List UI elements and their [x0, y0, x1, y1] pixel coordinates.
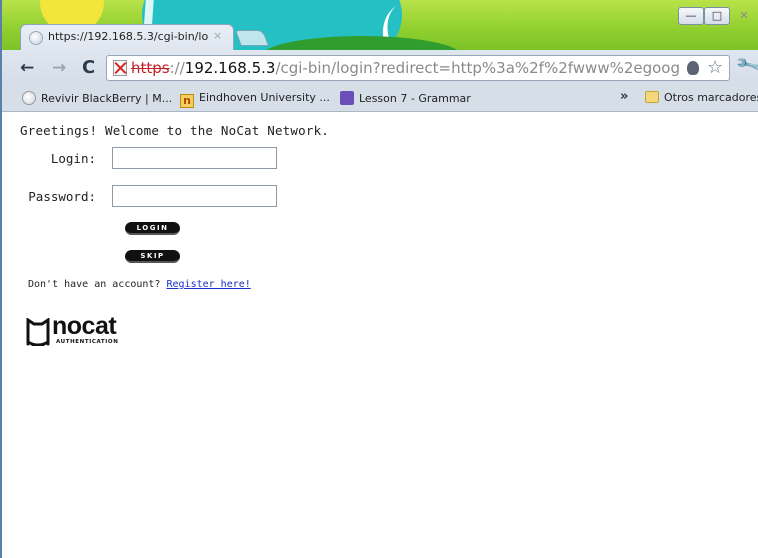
password-input[interactable]	[112, 185, 277, 207]
reload-button[interactable]: C	[82, 58, 95, 78]
logo-wordmark: nocat	[52, 312, 117, 340]
close-window-button[interactable]: ✕	[730, 7, 758, 25]
tab-close-button[interactable]: ×	[213, 29, 222, 42]
url-separator: ://	[169, 59, 185, 77]
bookmark-item[interactable]: Lesson 7 - Grammar	[340, 91, 471, 105]
ssl-warning-icon[interactable]	[113, 60, 127, 76]
other-bookmarks-folder[interactable]: Otros marcadores	[645, 91, 758, 104]
url-path: /cgi-bin/login?redirect=http%3a%2f%2fwww…	[275, 59, 681, 77]
url-host: 192.168.5.3	[184, 59, 276, 77]
cat-head-icon	[26, 318, 50, 346]
maximize-button[interactable]: □	[704, 7, 730, 25]
greeting-text: Greetings! Welcome to the NoCat Network.	[20, 123, 330, 138]
globe-icon	[22, 91, 36, 105]
bookmark-label: Eindhoven University ...	[199, 91, 330, 104]
page-content: Greetings! Welcome to the NoCat Network.…	[2, 113, 758, 558]
nocat-logo: nocat AUTHENTICATION	[26, 312, 146, 352]
wrench-icon[interactable]: 🔧	[734, 51, 758, 80]
browser-window: — □ ✕ https://192.168.5.3/cgi-bin/lo × ←…	[0, 0, 758, 558]
register-link[interactable]: Register here!	[166, 279, 250, 290]
globe-icon	[29, 31, 43, 45]
folder-icon	[645, 91, 659, 103]
minimize-button[interactable]: —	[678, 7, 704, 25]
login-input[interactable]	[112, 147, 277, 169]
password-label: Password:	[28, 189, 96, 204]
browser-toolbar: ← → C https://192.168.5.3/cgi-bin/login?…	[2, 50, 758, 86]
bookmark-label: Revivir BlackBerry | M...	[41, 92, 173, 105]
tab-title: https://192.168.5.3/cgi-bin/lo	[48, 30, 208, 43]
logo-subtitle: AUTHENTICATION	[56, 339, 119, 345]
bookmark-label: Lesson 7 - Grammar	[359, 92, 471, 105]
bookmark-star-icon[interactable]: ☆	[707, 57, 723, 78]
login-label: Login:	[50, 151, 96, 166]
n-icon: n	[180, 94, 194, 108]
url-text[interactable]: https://192.168.5.3/cgi-bin/login?redire…	[131, 59, 681, 77]
bookmarks-bar: Revivir BlackBerry | M... n Eindhoven Uni…	[2, 86, 758, 112]
title-bar: — □ ✕ https://192.168.5.3/cgi-bin/lo ×	[2, 0, 758, 50]
url-scheme: https	[131, 59, 170, 77]
lightbulb-icon[interactable]	[687, 61, 699, 75]
bookmark-item[interactable]: n Eindhoven University ...	[180, 91, 330, 108]
register-prefix: Don't have an account?	[28, 279, 161, 290]
login-button[interactable]: LOGIN	[125, 222, 180, 235]
browser-tab[interactable]: https://192.168.5.3/cgi-bin/lo ×	[20, 24, 234, 50]
book-icon	[340, 91, 354, 105]
bookmark-item[interactable]: Revivir BlackBerry | M...	[22, 91, 172, 105]
forward-button[interactable]: →	[52, 58, 66, 78]
register-prompt: Don't have an account? Register here!	[28, 279, 251, 290]
back-button[interactable]: ←	[20, 58, 34, 78]
skip-button[interactable]: SKIP	[125, 250, 180, 263]
other-bookmarks-label: Otros marcadores	[664, 91, 758, 104]
address-bar[interactable]: https://192.168.5.3/cgi-bin/login?redire…	[106, 55, 730, 81]
more-bookmarks-button[interactable]: »	[620, 89, 628, 104]
